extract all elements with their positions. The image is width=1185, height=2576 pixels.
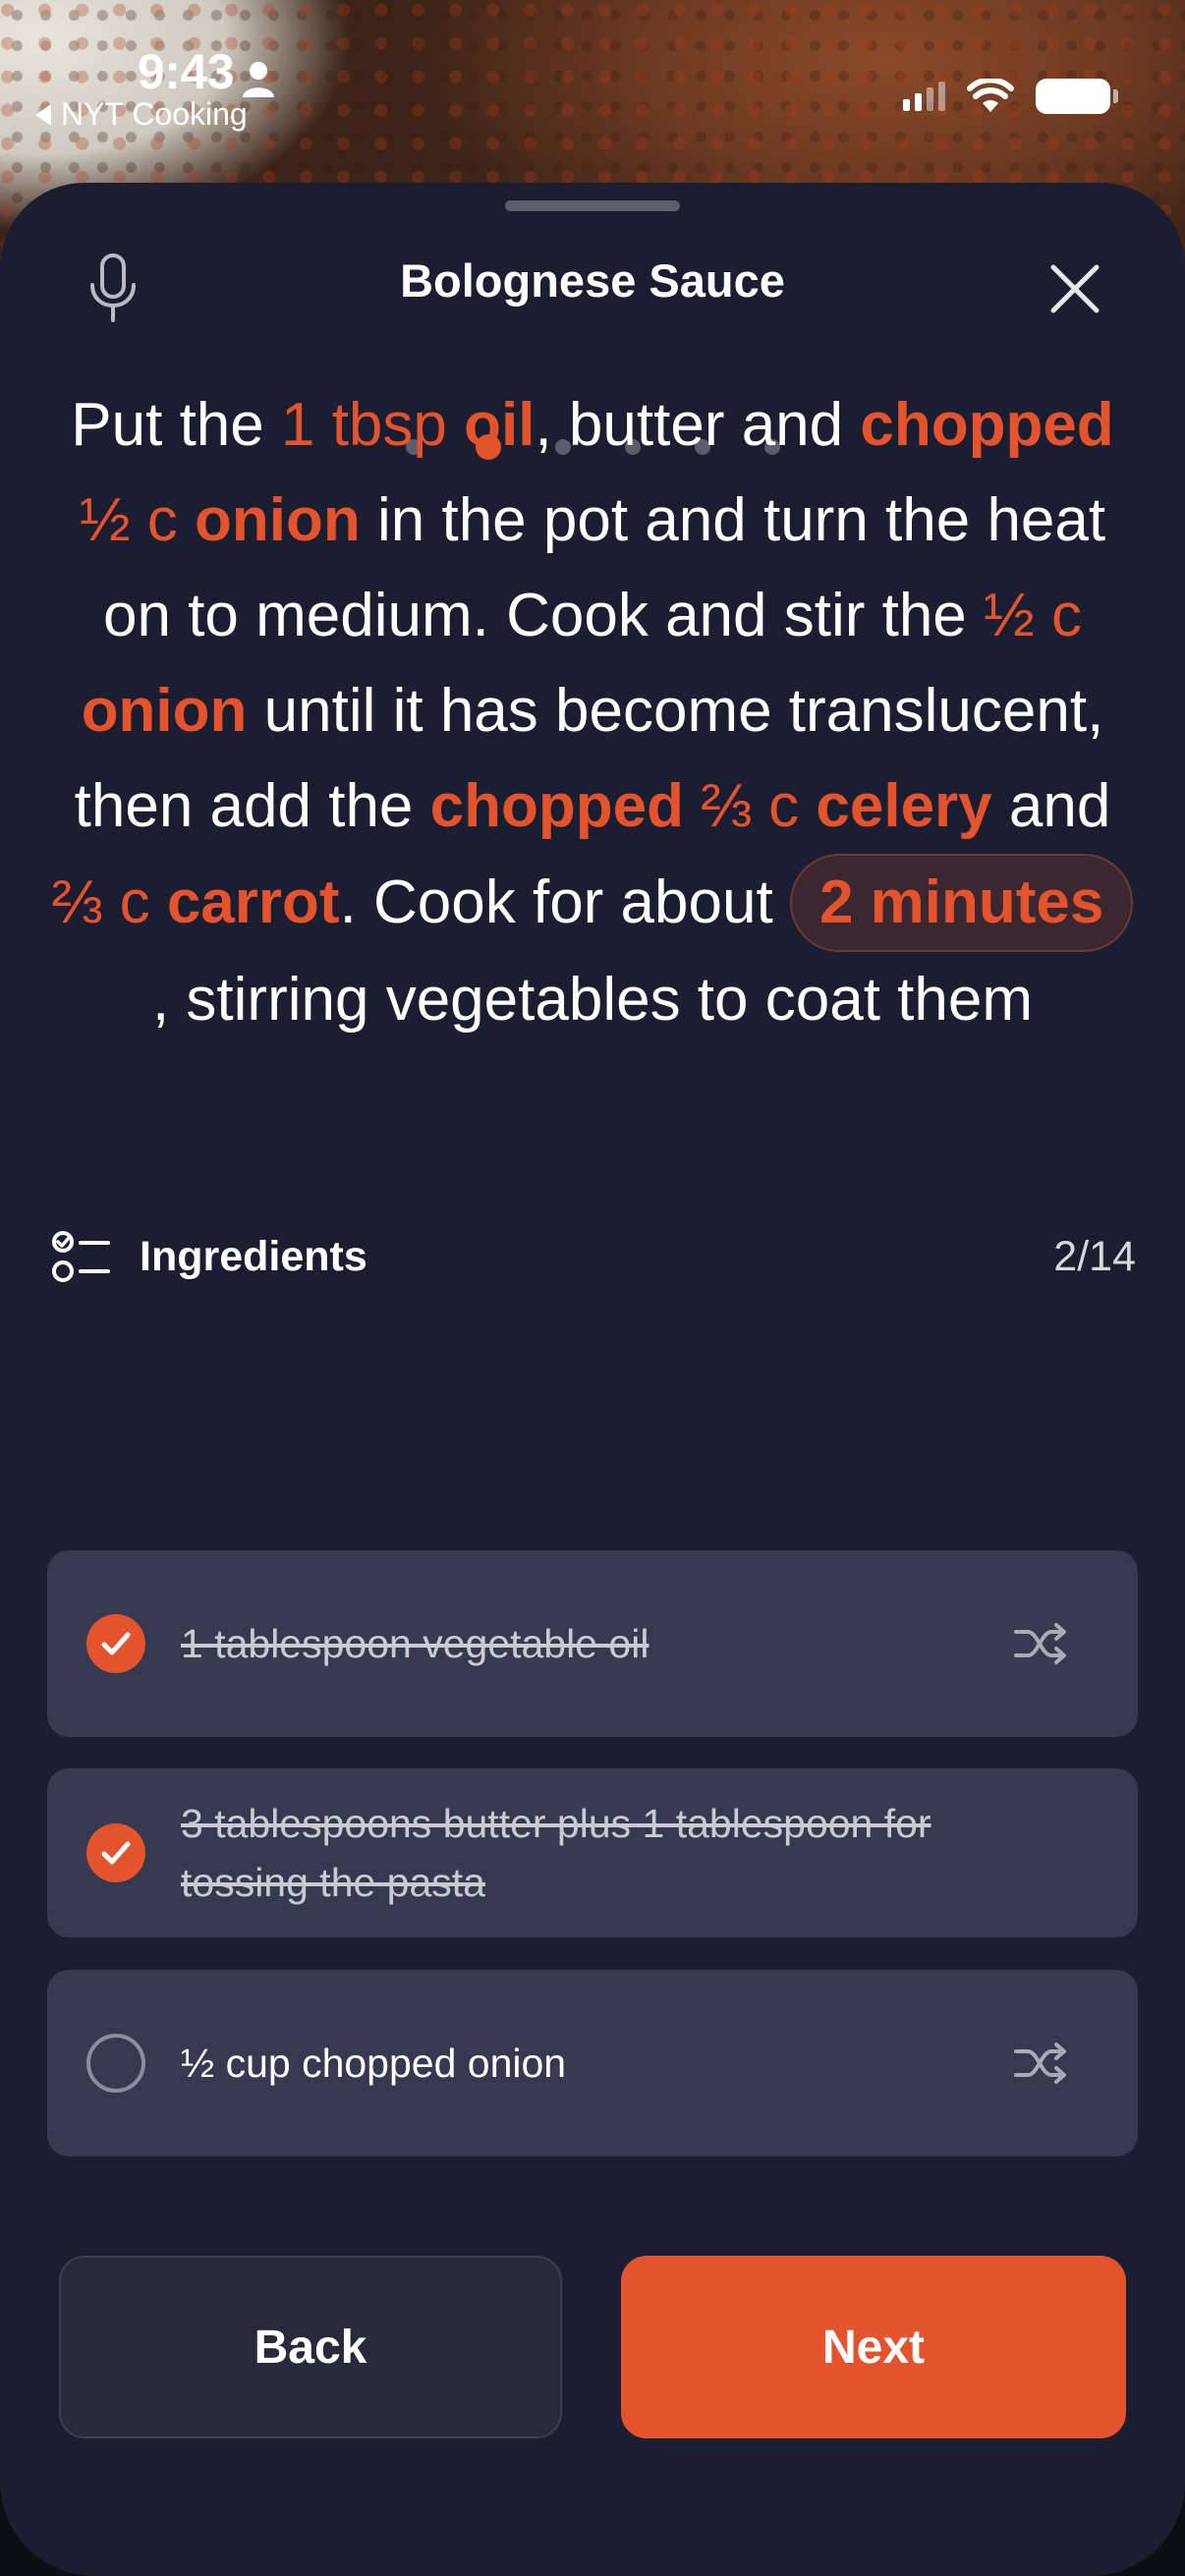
ingredient-highlight[interactable]: onion [195, 486, 361, 554]
checklist-icon [52, 1231, 110, 1282]
battery-icon [1036, 79, 1118, 114]
system-icons [903, 79, 1118, 114]
step-text-segment: , butter and [535, 391, 861, 459]
ingredients-count: 2/14 [1053, 1232, 1136, 1280]
step-text-segment [447, 391, 464, 459]
next-button[interactable]: Next [621, 2256, 1126, 2438]
step-text-segment [684, 772, 701, 840]
step-instruction[interactable]: Put the 1 tbsp oil, butter and chopped ½… [49, 377, 1136, 1326]
person-icon [242, 53, 275, 97]
checked-checkbox[interactable] [86, 1614, 145, 1673]
step-text-segment [150, 868, 167, 936]
step-text-segment: and [991, 772, 1111, 840]
ingredient-highlight[interactable]: celery [816, 772, 991, 840]
ingredient-text: ½ cup chopped onion [181, 2041, 567, 2086]
ingredient-quantity: ½ c [79, 486, 178, 554]
ingredient-quantity: ⅔ c [51, 868, 150, 936]
step-text-segment: , stirring vegetables to coat them [151, 966, 1033, 1034]
close-icon [1050, 264, 1100, 313]
ingredient-highlight[interactable]: chopped [860, 391, 1113, 459]
ingredient-highlight[interactable]: carrot [167, 868, 340, 936]
checked-checkbox[interactable] [86, 1823, 145, 1882]
ingredients-label: Ingredients [140, 1232, 367, 1280]
shuffle-icon [1014, 1623, 1066, 1664]
recipe-title: Bolognese Sauce [400, 254, 785, 307]
signal-icon [903, 82, 945, 111]
ingredient-text: 3 tablespoons butter plus 1 tablespoon f… [181, 1801, 931, 1905]
ingredients-header: Ingredients 2/14 [51, 1222, 1136, 1291]
ingredient-quantity: ⅔ c [701, 772, 800, 840]
substitute-button[interactable] [1012, 1620, 1069, 1667]
back-app-label: NYT Cooking [61, 96, 248, 132]
timer-chip[interactable]: 2 minutes [789, 854, 1134, 952]
ingredient-item[interactable]: 1 tablespoon vegetable oil [47, 1550, 1138, 1737]
back-triangle-icon [35, 103, 51, 126]
back-button[interactable]: Back [59, 2256, 562, 2438]
sheet-grabber[interactable] [505, 200, 680, 211]
time-text: 9:43 [138, 44, 235, 99]
ingredient-item[interactable]: ½ cup chopped onion [47, 1970, 1138, 2156]
ingredient-highlight[interactable]: onion [82, 677, 248, 745]
ingredient-highlight[interactable]: oil [464, 391, 535, 459]
step-text: Put the 1 tbsp oil, butter and chopped ½… [49, 377, 1136, 1047]
step-text-segment [178, 486, 195, 554]
ingredient-quantity: ½ c [984, 582, 1082, 649]
substitute-button[interactable] [1012, 2040, 1069, 2087]
ingredient-text: 1 tablespoon vegetable oil [181, 1621, 649, 1666]
checkmark-icon [101, 1841, 131, 1865]
ingredient-highlight[interactable]: chopped [430, 772, 684, 840]
ingredient-quantity: 1 tbsp [281, 391, 447, 459]
back-to-app-link[interactable]: NYT Cooking [35, 96, 248, 133]
checkmark-icon [101, 1632, 131, 1655]
unchecked-checkbox[interactable] [86, 2034, 145, 2093]
step-text-segment: . Cook for about [339, 868, 790, 936]
status-time: 9:43 [138, 43, 275, 100]
shuffle-icon [1014, 2043, 1066, 2084]
step-text-segment [799, 772, 816, 840]
close-button[interactable] [1040, 253, 1110, 324]
status-bar: 9:43 NYT Cooking [0, 0, 1185, 177]
step-text-segment: Put the [71, 391, 281, 459]
wifi-icon [967, 79, 1014, 112]
ingredient-item[interactable]: 3 tablespoons butter plus 1 tablespoon f… [47, 1768, 1138, 1937]
